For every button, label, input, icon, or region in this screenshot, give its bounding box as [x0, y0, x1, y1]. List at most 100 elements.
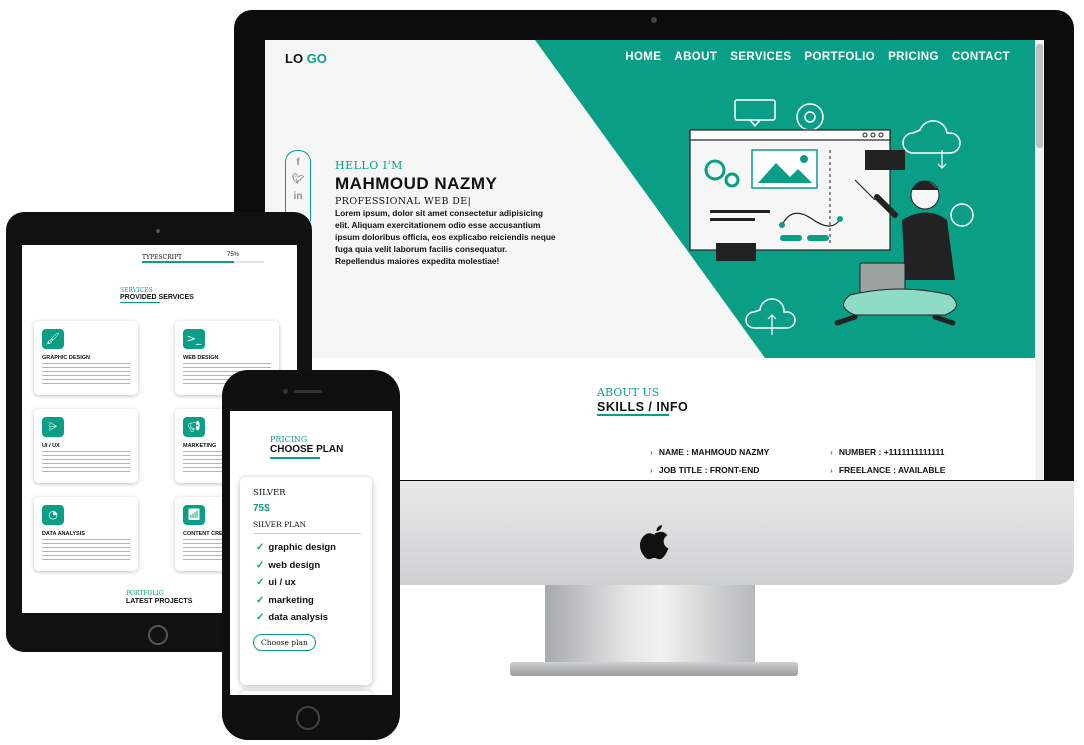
- info-item: › FREELANCE : AVAILABLE: [830, 465, 945, 475]
- skill-percent: 75%: [227, 252, 240, 258]
- nav-about[interactable]: ABOUT: [674, 51, 717, 63]
- imac-camera: [651, 17, 657, 23]
- main-nav: HOME ABOUT SERVICES PORTFOLIO PRICING CO…: [625, 51, 1010, 63]
- terminal-icon: >_: [183, 329, 205, 349]
- facebook-icon[interactable]: f: [286, 157, 310, 168]
- pricing-title: CHOOSE PLAN: [270, 444, 344, 455]
- hero-line: fuga quia velit laborum facilis consequa…: [335, 244, 508, 254]
- phone-speaker: [294, 390, 322, 393]
- twitter-icon[interactable]: 🐦︎: [286, 174, 310, 185]
- info-label: FREELANCE : AVAILABLE: [838, 465, 946, 475]
- plan-feature-label: marketing: [268, 594, 314, 606]
- check-icon: ✓: [256, 594, 265, 606]
- hero-role: PROFESSIONAL WEB DE|: [335, 196, 472, 207]
- service-text: [42, 451, 130, 473]
- scrollbar-thumb[interactable]: [1036, 44, 1043, 148]
- phone-screen: PRICING CHOOSE PLAN SILVER 75$ SILVER PL…: [230, 411, 392, 695]
- service-card[interactable]: ⩥ UI / UX: [34, 409, 138, 483]
- nav-pricing[interactable]: PRICING: [888, 51, 939, 63]
- portfolio-subtitle: PORTFOLIO: [126, 590, 164, 597]
- logo-part1: LO: [285, 51, 304, 66]
- skill-bar: [142, 261, 264, 263]
- plan-feature: ✓ data analysis: [256, 609, 336, 627]
- logo-part2: GO: [306, 51, 327, 66]
- service-title: MARKETING: [183, 443, 217, 449]
- service-title: CONTENT CRE: [183, 531, 223, 537]
- service-text: [42, 539, 130, 561]
- portfolio-title: LATEST PROJECTS: [126, 598, 193, 605]
- hero-line: ipsum doloribus officia, eos explicabo r…: [335, 232, 556, 242]
- pricing-underline: [270, 457, 320, 459]
- service-card[interactable]: ◔ DATA ANALYSIS: [34, 497, 138, 571]
- service-card[interactable]: 🖌︎ GRAPHIC DESIGN: [34, 321, 138, 395]
- check-icon: ✓: [256, 577, 265, 589]
- check-icon: ✓: [256, 559, 265, 571]
- social-links: f 🐦︎ in: [285, 150, 311, 221]
- pricing-subtitle: PRICING: [270, 435, 308, 444]
- info-label: NAME : MAHMOUD NAZMY: [658, 447, 770, 457]
- site-logo[interactable]: LO GO: [285, 51, 327, 66]
- choose-plan-button[interactable]: Choose plan: [253, 634, 316, 651]
- info-item: › JOB TITLE : FRONT-END: [650, 465, 759, 475]
- hero-line: Lorem ipsum, dolor sit amet consectetur …: [335, 208, 544, 218]
- linkedin-icon[interactable]: in: [286, 191, 310, 202]
- plan-features: ✓ graphic design ✓ web design ✓ ui / ux ✓ ma…: [256, 539, 336, 627]
- imac-stand-foot: [510, 662, 798, 676]
- chevron-right-icon: ›: [830, 465, 833, 475]
- plan-name: SILVER: [253, 488, 286, 498]
- developer-illustration-icon: [689, 99, 974, 335]
- plan-feature: ✓ marketing: [256, 592, 336, 610]
- service-title: GRAPHIC DESIGN: [42, 355, 90, 361]
- nav-home[interactable]: HOME: [625, 51, 661, 63]
- hero-line: elit. Aliquam exercitationem odio esse a…: [335, 220, 541, 230]
- hero-greeting: HELLO I'M: [335, 159, 403, 172]
- pie-chart-icon: ◔: [42, 505, 64, 525]
- services-subtitle: SERVICES: [120, 287, 153, 294]
- services-underline: [120, 302, 160, 303]
- brush-icon: 🖌︎: [42, 329, 64, 349]
- info-label: JOB TITLE : FRONT-END: [658, 465, 760, 475]
- plan-feature: ✓ graphic design: [256, 539, 336, 557]
- plan-price: 75$: [253, 503, 270, 514]
- info-item: › NUMBER : +1111111111111: [830, 447, 945, 457]
- chevron-right-icon: ›: [830, 447, 833, 457]
- info-item: › NAME : MAHMOUD NAZMY: [650, 447, 769, 457]
- next-plan-card: [240, 691, 372, 695]
- skill-label: TYPESCRIPT: [142, 254, 183, 261]
- plan-feature-label: data analysis: [268, 612, 329, 624]
- signal-icon: 📶︎: [183, 505, 205, 525]
- tablet-camera: [156, 229, 160, 233]
- imac-stand: [545, 585, 755, 665]
- plan-feature-label: graphic design: [268, 542, 336, 554]
- service-text: [42, 363, 130, 385]
- about-title: SKILLS / INFO: [597, 400, 689, 414]
- nav-contact[interactable]: CONTACT: [952, 51, 1010, 63]
- service-title: WEB DESIGN: [183, 355, 219, 361]
- plan-divider: [253, 533, 361, 534]
- plan-feature: ✓ web design: [256, 557, 336, 575]
- check-icon: ✓: [256, 612, 265, 624]
- nav-services[interactable]: SERVICES: [730, 51, 791, 63]
- phone-camera: [283, 389, 288, 394]
- plan-card: SILVER 75$ SILVER PLAN ✓ graphic design ✓…: [240, 477, 372, 685]
- chevron-right-icon: ›: [650, 447, 653, 457]
- phone-home-button[interactable]: [296, 706, 320, 730]
- service-title: DATA ANALYSIS: [42, 531, 85, 537]
- tablet-home-button[interactable]: [148, 625, 168, 645]
- about-underline: [597, 414, 669, 416]
- apple-logo-icon: [639, 525, 669, 560]
- services-title: PROVIDED SERVICES: [120, 294, 194, 301]
- about-subtitle: ABOUT US: [597, 386, 660, 399]
- skill-bar-fill: [142, 261, 234, 263]
- megaphone-icon: 📢︎: [183, 417, 205, 437]
- vector-icon: ⩥: [42, 417, 64, 437]
- nav-portfolio[interactable]: PORTFOLIO: [804, 51, 875, 63]
- info-label: NUMBER : +1111111111111: [838, 447, 945, 457]
- plan-feature-label: ui / ux: [268, 577, 296, 589]
- check-icon: ✓: [256, 542, 265, 554]
- plan-feature: ✓ ui / ux: [256, 574, 336, 592]
- plan-label: SILVER PLAN: [253, 520, 307, 529]
- chevron-right-icon: ›: [650, 465, 653, 475]
- hero-description: Lorem ipsum, dolor sit amet consectetur …: [335, 207, 593, 267]
- service-title: UI / UX: [42, 443, 60, 449]
